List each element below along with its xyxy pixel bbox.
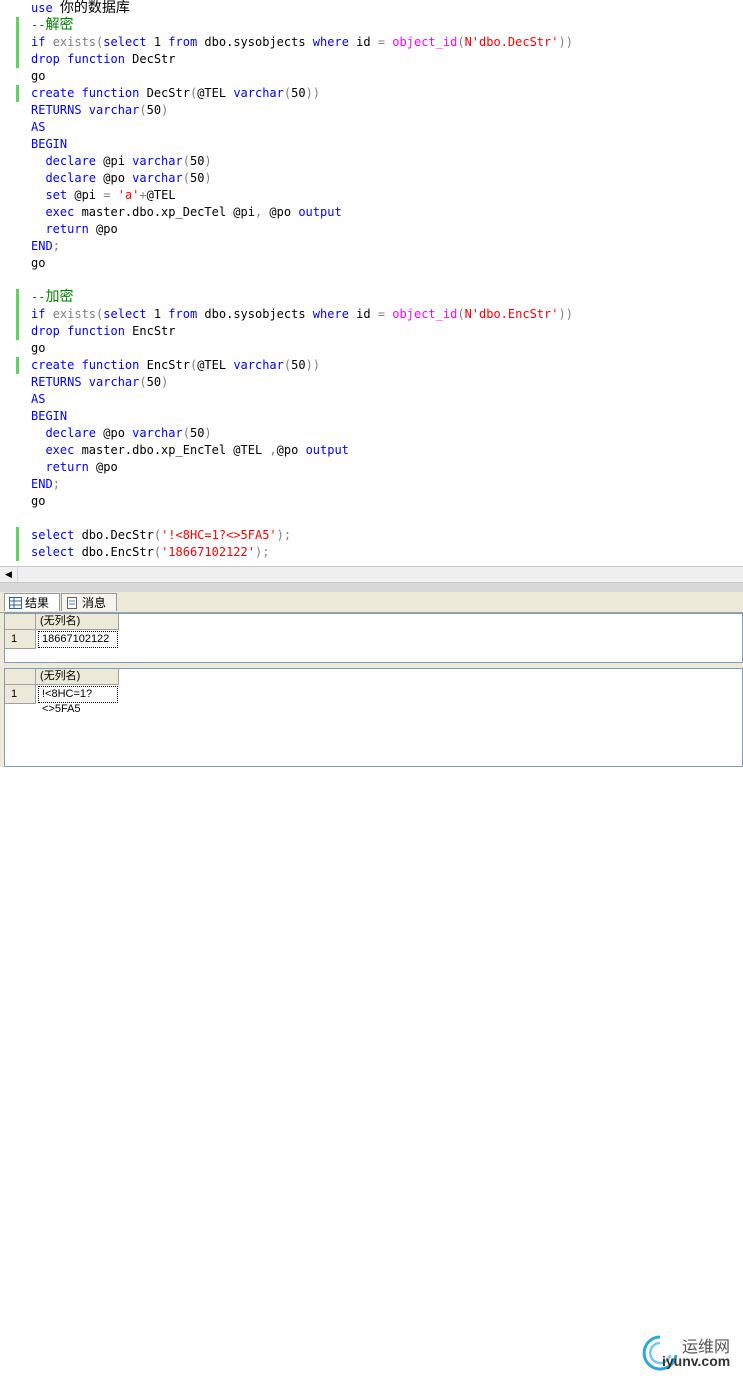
result-cell[interactable]: 18667102122 bbox=[38, 631, 118, 648]
row-header[interactable]: 1 bbox=[5, 630, 36, 649]
code-line: declare @po varchar(50) bbox=[45, 426, 212, 440]
change-marker bbox=[16, 527, 19, 561]
tab-results-label: 结果 bbox=[25, 596, 50, 610]
column-header[interactable]: (无列名) bbox=[36, 669, 119, 685]
code-line: create function DecStr(@TEL varchar(50)) bbox=[31, 86, 321, 100]
change-marker bbox=[16, 85, 19, 102]
pane-splitter[interactable] bbox=[0, 583, 743, 592]
results-tab-bar: 结果 消息 bbox=[0, 592, 743, 613]
code-line: AS bbox=[31, 392, 46, 406]
watermark-url: iyunv.com bbox=[662, 1353, 731, 1369]
code-line: drop function DecStr bbox=[31, 52, 176, 66]
code-line: declare @pi varchar(50) bbox=[45, 154, 212, 168]
message-icon bbox=[67, 596, 77, 609]
change-marker bbox=[16, 289, 19, 340]
code-line: return @po bbox=[45, 460, 118, 474]
code-line: if exists(select 1 from dbo.sysobjects w… bbox=[31, 35, 573, 49]
row-header[interactable]: 1 bbox=[5, 685, 36, 704]
code-line: select dbo.DecStr('!<8HC=1?<>5FA5'); bbox=[31, 528, 292, 542]
result-cell[interactable]: !<8HC=1?<>5FA5 bbox=[38, 686, 118, 715]
code-line: declare @po varchar(50) bbox=[45, 171, 212, 185]
code-line: use 你的数据库 bbox=[31, 0, 130, 16]
code-line: --加密 bbox=[31, 289, 74, 305]
change-marker bbox=[16, 17, 19, 68]
code-line: AS bbox=[31, 120, 46, 134]
code-line: go bbox=[31, 69, 46, 83]
result-grid-1[interactable]: (无列名) 1 18667102122 bbox=[4, 613, 743, 663]
horizontal-scrollbar[interactable]: ◀ bbox=[0, 566, 743, 583]
code-line: END; bbox=[31, 239, 60, 253]
code-line: BEGIN bbox=[31, 137, 68, 151]
column-header[interactable]: (无列名) bbox=[36, 614, 119, 630]
code-line: RETURNS varchar(50) bbox=[31, 375, 169, 389]
code-line: return @po bbox=[45, 222, 118, 236]
query-editor[interactable]: use 你的数据库 --解密 if exists(select 1 from dbo… bbox=[0, 0, 743, 566]
grid-corner[interactable] bbox=[5, 614, 36, 630]
tab-messages-label: 消息 bbox=[82, 596, 107, 610]
tab-results[interactable]: 结果 bbox=[4, 593, 60, 611]
results-pane: (无列名) 1 18667102122 (无列名) 1 !<8HC=1?<>5F… bbox=[0, 613, 743, 1371]
code-line: create function EncStr(@TEL varchar(50)) bbox=[31, 358, 321, 372]
code-line: --解密 bbox=[31, 17, 74, 33]
code-line: if exists(select 1 from dbo.sysobjects w… bbox=[31, 307, 573, 321]
code-line: set @pi = 'a'+@TEL bbox=[45, 188, 176, 202]
editor-gutter bbox=[0, 0, 19, 566]
change-marker bbox=[16, 357, 19, 374]
scroll-left-icon[interactable]: ◀ bbox=[0, 567, 18, 582]
result-grid-2[interactable]: (无列名) 1 !<8HC=1?<>5FA5 bbox=[4, 668, 743, 767]
code-line: drop function EncStr bbox=[31, 324, 176, 338]
code-line: exec master.dbo.xp_DecTel @pi, @po outpu… bbox=[45, 205, 342, 219]
code-line: exec master.dbo.xp_EncTel @TEL ,@po outp… bbox=[45, 443, 349, 457]
code-line: RETURNS varchar(50) bbox=[31, 103, 169, 117]
code-line: go bbox=[31, 341, 46, 355]
tab-messages[interactable]: 消息 bbox=[61, 593, 117, 611]
grid-icon bbox=[9, 596, 22, 609]
code-line: BEGIN bbox=[31, 409, 68, 423]
code-line: select dbo.EncStr('18667102122'); bbox=[31, 545, 270, 559]
watermark-logo: 运维网 iyunv.com bbox=[640, 1331, 743, 1379]
code-line: END; bbox=[31, 477, 60, 491]
code-line: go bbox=[31, 494, 46, 508]
grid-corner[interactable] bbox=[5, 669, 36, 685]
code-line: go bbox=[31, 256, 46, 270]
